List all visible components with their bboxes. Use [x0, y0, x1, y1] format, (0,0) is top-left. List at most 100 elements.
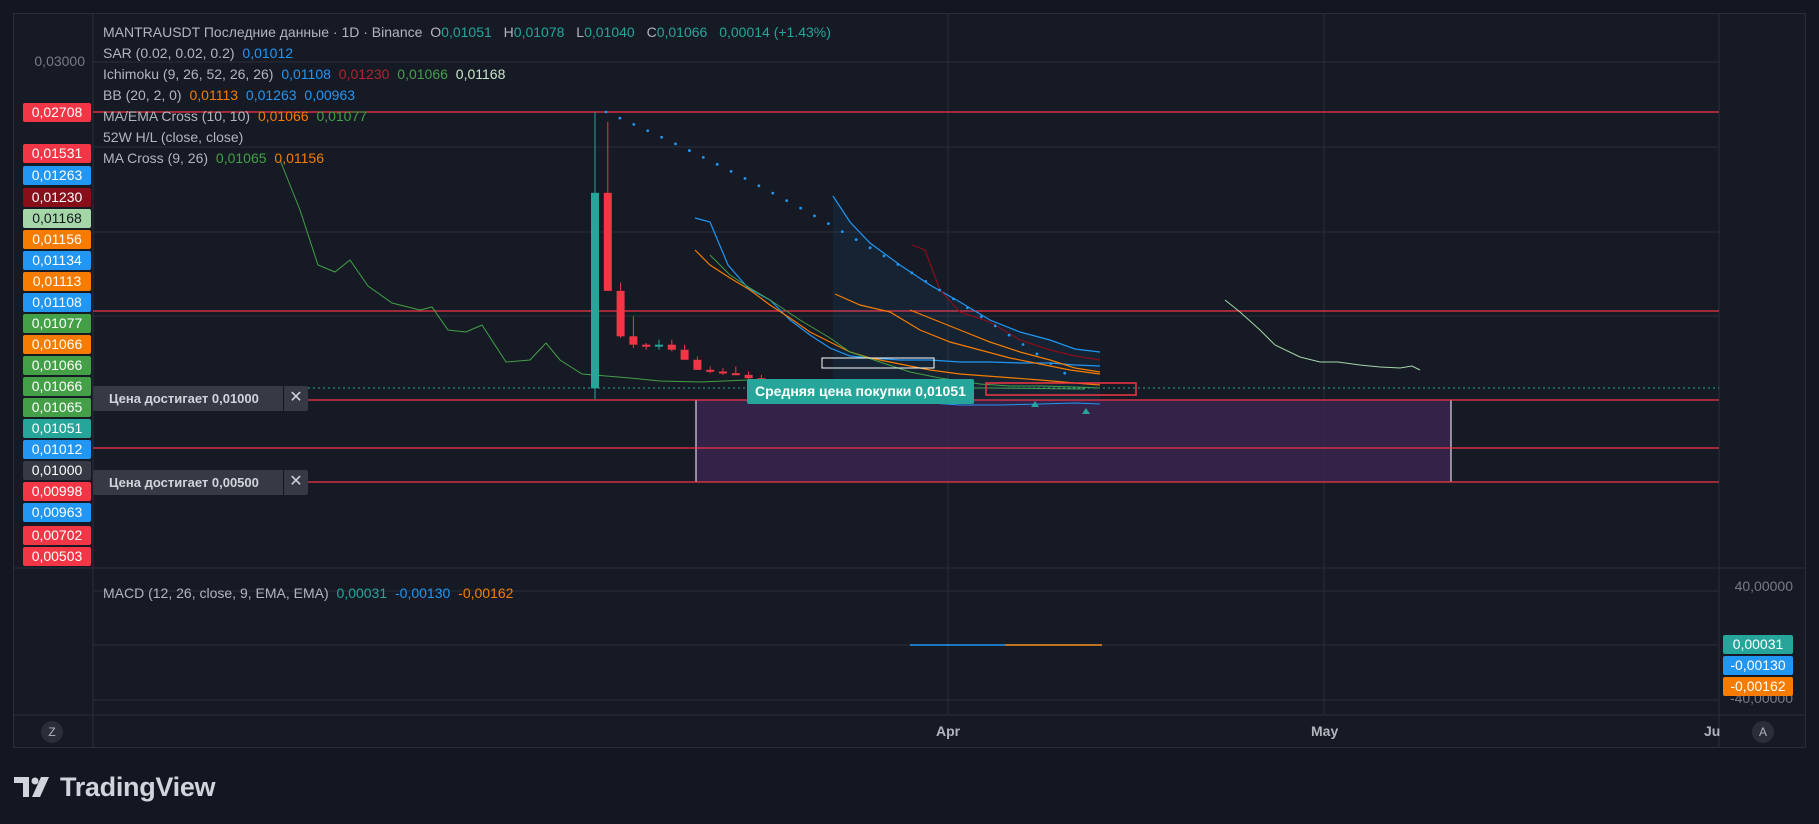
price-scale-tag: 0,02708 — [23, 103, 91, 122]
legend-bb-v1: 0,01113 — [189, 87, 239, 103]
sar-dot — [952, 297, 955, 301]
candle — [680, 344, 689, 360]
tradingview-logo-icon — [14, 777, 49, 797]
legend-maema[interactable]: MA/EMA Cross (10, 10) 0,01066 0,01077 — [103, 106, 371, 127]
candle — [706, 366, 715, 374]
right-axis-tick: 40,00000 — [1734, 578, 1793, 594]
legend-macd-v1: 0,00031 — [336, 585, 388, 601]
legend-macross[interactable]: MA Cross (9, 26) 0,01065 0,01156 — [103, 148, 328, 169]
sar-dot — [646, 129, 650, 133]
legend-maema-label: MA/EMA Cross (10, 10) — [103, 108, 251, 124]
price-scale-tag: 0,01051 — [23, 419, 91, 438]
legend-macross-v1: 0,01065 — [215, 150, 267, 166]
price-scale-tag: 0,01066 — [23, 335, 91, 354]
legend-ichimoku-label: Ichimoku (9, 26, 52, 26, 26) — [103, 66, 274, 82]
price-scale-tag: 0,01230 — [23, 188, 91, 207]
candle-body — [603, 192, 612, 291]
sar-dot — [993, 324, 997, 328]
legend-o-label: O — [430, 24, 442, 40]
projection-box[interactable] — [695, 399, 1452, 483]
sar-dot — [674, 142, 677, 146]
x-axis-label: May — [1311, 723, 1339, 739]
sar-dot — [1007, 333, 1011, 337]
legend-macd-v2: -0,00130 — [395, 585, 451, 601]
legend-change: 0,00014 (+1.43%) — [719, 24, 831, 40]
price-scale-tag: 0,01012 — [23, 440, 91, 459]
sar-dot — [688, 149, 691, 152]
sar-dot — [979, 315, 983, 319]
price-scale-tag: 0,00963 — [23, 503, 91, 522]
legend-bb[interactable]: BB (20, 2, 0) 0,01113 0,01263 0,00963 — [103, 85, 359, 106]
sar-dot — [938, 288, 941, 292]
sar-dot — [757, 184, 761, 188]
avg-buy-price-label[interactable]: Средняя цена покупки 0,01051 — [747, 379, 974, 404]
zoom-toggle-button[interactable]: Z — [41, 721, 63, 743]
candle — [642, 343, 651, 350]
legend-bb-v2: 0,01263 — [245, 87, 297, 103]
sar-dot — [604, 110, 608, 114]
price-scale-tag: 0,01108 — [23, 293, 91, 312]
alert-text: Цена достигает 0,00500 — [109, 475, 259, 490]
legend-ichimoku-v2: 0,01230 — [338, 66, 390, 82]
legend-sar-v1: 0,01012 — [242, 45, 294, 61]
legend-sar[interactable]: SAR (0.02, 0.02, 0.2) 0,01012 — [103, 43, 297, 64]
candle-body — [706, 369, 715, 372]
candle-body — [655, 344, 663, 347]
auto-scale-button[interactable]: A — [1752, 721, 1774, 743]
sar-dot — [632, 123, 636, 126]
price-scale-tag: 0,01077 — [23, 314, 91, 333]
candle-body — [719, 371, 727, 374]
price-scale-tag: 0,01113 — [23, 272, 91, 291]
price-alert-0-01000[interactable]: Цена достигает 0,01000 ✕ — [93, 386, 308, 411]
candle-body — [744, 374, 753, 379]
legend-hl52-label: 52W H/L (close, close) — [103, 129, 244, 145]
legend-maema-v2: 0,01077 — [316, 108, 368, 124]
legend-sar-label: SAR (0.02, 0.02, 0.2) — [103, 45, 235, 61]
brand[interactable]: TradingView — [14, 770, 216, 804]
legend-hl52[interactable]: 52W H/L (close, close) — [103, 127, 247, 148]
sar-dot — [771, 191, 775, 195]
sar-dot — [785, 199, 789, 202]
candle — [655, 339, 663, 350]
macd-scale-tag: 0,00031 — [1723, 635, 1793, 654]
close-icon[interactable]: ✕ — [283, 470, 308, 495]
sar-dot — [924, 279, 928, 283]
legend-ichimoku[interactable]: Ichimoku (9, 26, 52, 26, 26) 0,01108 0,0… — [103, 64, 509, 85]
x-axis-label: Ju — [1704, 723, 1721, 739]
macd-scale-tag: -0,00130 — [1723, 656, 1793, 675]
candle — [693, 356, 702, 370]
legend-macd-label: MACD (12, 26, close, 9, EMA, EMA) — [103, 585, 329, 601]
price-scale-tag: 0,01168 — [23, 209, 91, 228]
legend-o: 0,01051 — [441, 24, 492, 40]
price-scale-tag: 0,00503 — [23, 547, 91, 566]
price-scale-tag: 0,01000 — [23, 461, 91, 480]
candle-body — [693, 359, 702, 370]
price-scale-tag: 0,01531 — [23, 144, 91, 163]
legend-main: MANTRAUSDT Последние данные · 1D · Binan… — [103, 22, 835, 43]
legend-c: 0,01066 — [656, 24, 708, 40]
sar-dot — [715, 162, 719, 166]
price-alert-0-00500[interactable]: Цена достигает 0,00500 ✕ — [93, 470, 308, 495]
sar-dot — [910, 271, 914, 275]
candle — [731, 366, 740, 376]
legend-macross-label: MA Cross (9, 26) — [103, 150, 209, 166]
sar-dot — [799, 206, 802, 210]
left-axis-tick: 0,03000 — [34, 53, 85, 69]
candle-body — [616, 290, 625, 337]
close-icon[interactable]: ✕ — [283, 386, 308, 411]
candle — [629, 316, 638, 349]
legend-c-label: C — [646, 24, 657, 40]
candle — [719, 368, 727, 375]
legend-l: 0,01040 — [584, 24, 635, 40]
sar-dot — [701, 155, 705, 159]
price-scale-tag: 0,01066 — [23, 356, 91, 375]
legend-macd[interactable]: MACD (12, 26, close, 9, EMA, EMA) 0,0003… — [103, 583, 517, 604]
x-axis-label: Apr — [936, 723, 961, 739]
macd-scale-tag: -0,00162 — [1723, 677, 1793, 696]
sar-dot — [618, 116, 622, 120]
legend-h: 0,01078 — [513, 24, 565, 40]
candle — [667, 339, 676, 352]
sar-dot — [896, 262, 900, 266]
legend-symbol[interactable]: MANTRAUSDT Последние данные · 1D · Binan… — [103, 24, 422, 40]
bollinger-band-fill — [833, 196, 1100, 400]
